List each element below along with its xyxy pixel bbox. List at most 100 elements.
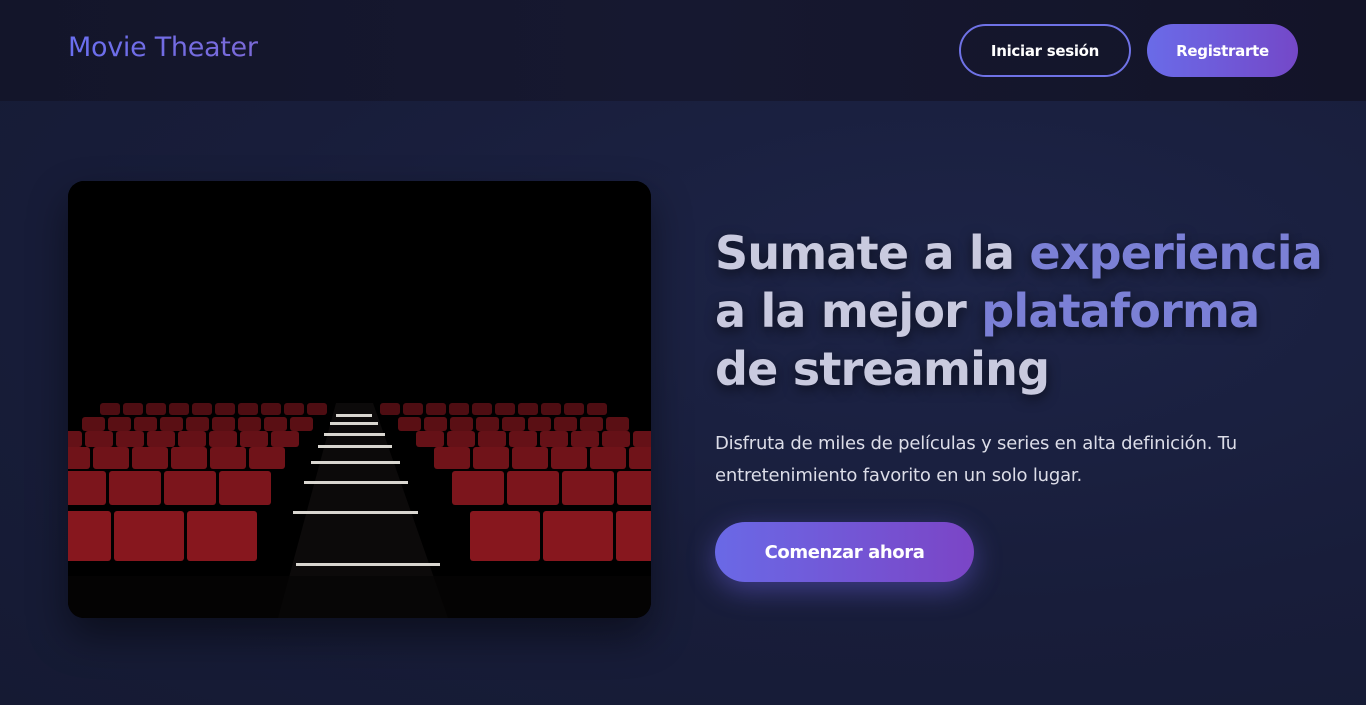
aisle-step-light <box>311 461 400 464</box>
seat <box>109 471 161 505</box>
seat <box>178 431 206 447</box>
seat <box>134 417 157 431</box>
seat <box>473 447 509 469</box>
seat <box>68 431 82 447</box>
headline-line2-plain: a la mejor <box>715 284 982 338</box>
seat <box>186 417 209 431</box>
seat <box>85 431 113 447</box>
seat <box>478 431 506 447</box>
seat <box>590 447 626 469</box>
seat <box>528 417 551 431</box>
seat <box>416 431 444 447</box>
aisle-step-light <box>296 563 440 566</box>
seat <box>164 471 216 505</box>
seat <box>580 417 603 431</box>
seat <box>470 511 540 561</box>
seat <box>209 431 237 447</box>
headline-line2-accent: plataforma <box>981 284 1260 338</box>
seat <box>116 431 144 447</box>
seat <box>249 447 285 469</box>
seat <box>114 511 184 561</box>
seat <box>210 447 246 469</box>
headline-line1-accent: experiencia <box>1029 226 1323 280</box>
seat <box>192 403 212 415</box>
seat <box>169 403 189 415</box>
seat <box>307 403 327 415</box>
seat <box>68 447 90 469</box>
seat <box>240 431 268 447</box>
seat <box>215 403 235 415</box>
seat <box>123 403 143 415</box>
aisle-step-light <box>318 445 392 448</box>
seat <box>160 417 183 431</box>
seat <box>380 403 400 415</box>
seat <box>403 403 423 415</box>
seat <box>587 403 607 415</box>
seat <box>616 511 651 561</box>
seat <box>271 431 299 447</box>
aisle-step-light <box>293 511 418 514</box>
seat <box>449 403 469 415</box>
register-button[interactable]: Registrarte <box>1147 24 1298 77</box>
seat <box>261 403 281 415</box>
seat <box>238 417 261 431</box>
seat <box>132 447 168 469</box>
seat <box>290 417 313 431</box>
seat <box>633 431 651 447</box>
hero-headline: Sumate a la experiencia a la mejor plata… <box>715 224 1335 398</box>
seat <box>212 417 235 431</box>
seat <box>68 471 106 505</box>
seat <box>108 417 131 431</box>
seat <box>219 471 271 505</box>
seat <box>512 447 548 469</box>
aisle-step-light <box>330 422 378 425</box>
seat <box>562 471 614 505</box>
brand-logo[interactable]: Movie Theater <box>68 32 258 63</box>
seat <box>264 417 287 431</box>
seat <box>452 471 504 505</box>
seat <box>602 431 630 447</box>
seat <box>540 431 568 447</box>
seat <box>564 403 584 415</box>
seat <box>509 431 537 447</box>
aisle-step-light <box>324 433 385 436</box>
headline-line1-plain: Sumate a la <box>715 226 1030 280</box>
seat <box>171 447 207 469</box>
hero-description: Disfruta de miles de películas y series … <box>715 433 1238 486</box>
seat <box>147 431 175 447</box>
seat <box>543 511 613 561</box>
seat <box>68 511 111 561</box>
seat <box>551 447 587 469</box>
seat <box>518 403 538 415</box>
seat <box>434 447 470 469</box>
hero-image <box>68 181 651 618</box>
aisle-step-light <box>304 481 408 484</box>
aisle-step-light <box>336 414 372 417</box>
seat <box>447 431 475 447</box>
seat <box>472 403 492 415</box>
seat <box>238 403 258 415</box>
seat <box>146 403 166 415</box>
seat <box>606 417 629 431</box>
seat <box>554 417 577 431</box>
seat <box>450 417 473 431</box>
seat <box>93 447 129 469</box>
seat <box>398 417 421 431</box>
seat <box>617 471 651 505</box>
seat <box>629 447 651 469</box>
seat <box>571 431 599 447</box>
seat <box>476 417 499 431</box>
login-button[interactable]: Iniciar sesión <box>959 24 1131 77</box>
seat <box>100 403 120 415</box>
seat <box>82 417 105 431</box>
get-started-button[interactable]: Comenzar ahora <box>715 522 974 582</box>
seat <box>424 417 447 431</box>
seat <box>495 403 515 415</box>
seat <box>284 403 304 415</box>
seat <box>426 403 446 415</box>
seat <box>502 417 525 431</box>
theater-seats-image <box>68 181 651 618</box>
headline-line3-plain: de streaming <box>715 342 1050 396</box>
seat <box>541 403 561 415</box>
seat <box>507 471 559 505</box>
